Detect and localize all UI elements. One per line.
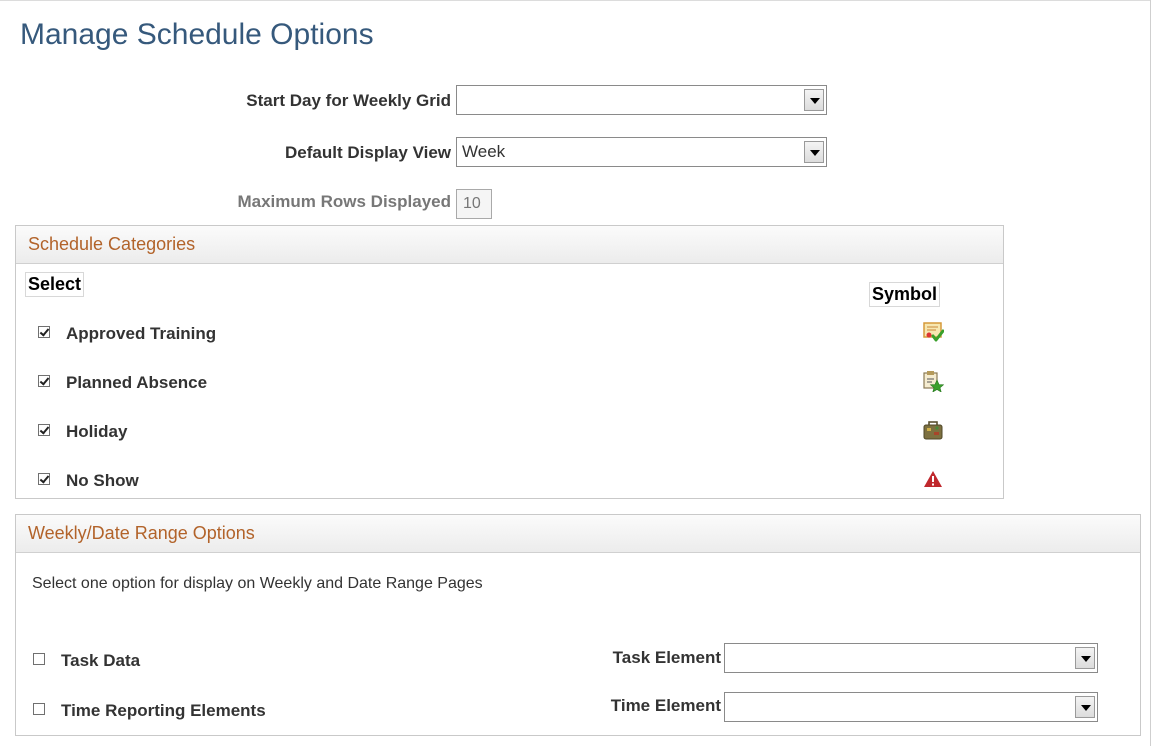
top-border (0, 0, 1151, 1)
time-element-label: Time Element (610, 696, 721, 715)
time-element-dropdown[interactable] (724, 692, 1098, 722)
symbol-column-header: Symbol (869, 282, 941, 307)
suitcase-icon (923, 421, 943, 440)
dropdown-arrow-icon[interactable] (1075, 647, 1095, 669)
dropdown-arrow-icon[interactable] (1075, 696, 1095, 718)
task-data-checkbox[interactable] (33, 653, 45, 665)
weekly-options-header: Weekly/Date Range Options (16, 515, 1140, 553)
page-title: Manage Schedule Options (20, 18, 374, 51)
no-show-label: No Show (66, 471, 139, 490)
default-view-dropdown[interactable]: Week (456, 137, 827, 167)
start-day-dropdown[interactable] (456, 85, 827, 115)
planned-absence-checkbox[interactable] (38, 375, 50, 387)
schedule-categories-header: Schedule Categories (16, 226, 1003, 264)
no-show-checkbox[interactable] (38, 473, 50, 485)
task-element-dropdown[interactable] (724, 643, 1098, 673)
training-certificate-icon (923, 322, 944, 342)
default-view-label: Default Display View (285, 143, 451, 162)
task-data-label: Task Data (61, 651, 141, 670)
max-rows-field: 10 (456, 189, 492, 219)
select-column-header: Select (25, 272, 85, 297)
approved-training-label: Approved Training (66, 324, 217, 343)
max-rows-label: Maximum Rows Displayed (237, 192, 451, 211)
absence-clipboard-star-icon (923, 371, 944, 392)
task-element-label: Task Element (612, 648, 721, 667)
dropdown-arrow-icon[interactable] (804, 89, 824, 111)
warning-triangle-icon (924, 471, 942, 487)
start-day-label: Start Day for Weekly Grid (246, 91, 451, 110)
weekly-options-instruction: Select one option for display on Weekly … (32, 575, 483, 592)
schedule-categories-group: Schedule Categories (15, 225, 1004, 499)
time-reporting-checkbox[interactable] (33, 703, 45, 715)
time-reporting-label: Time Reporting Elements (61, 701, 266, 720)
default-view-value: Week (462, 142, 506, 161)
approved-training-checkbox[interactable] (38, 326, 50, 338)
dropdown-arrow-icon[interactable] (804, 141, 824, 163)
planned-absence-label: Planned Absence (66, 373, 208, 392)
holiday-label: Holiday (66, 422, 128, 441)
holiday-checkbox[interactable] (38, 424, 50, 436)
